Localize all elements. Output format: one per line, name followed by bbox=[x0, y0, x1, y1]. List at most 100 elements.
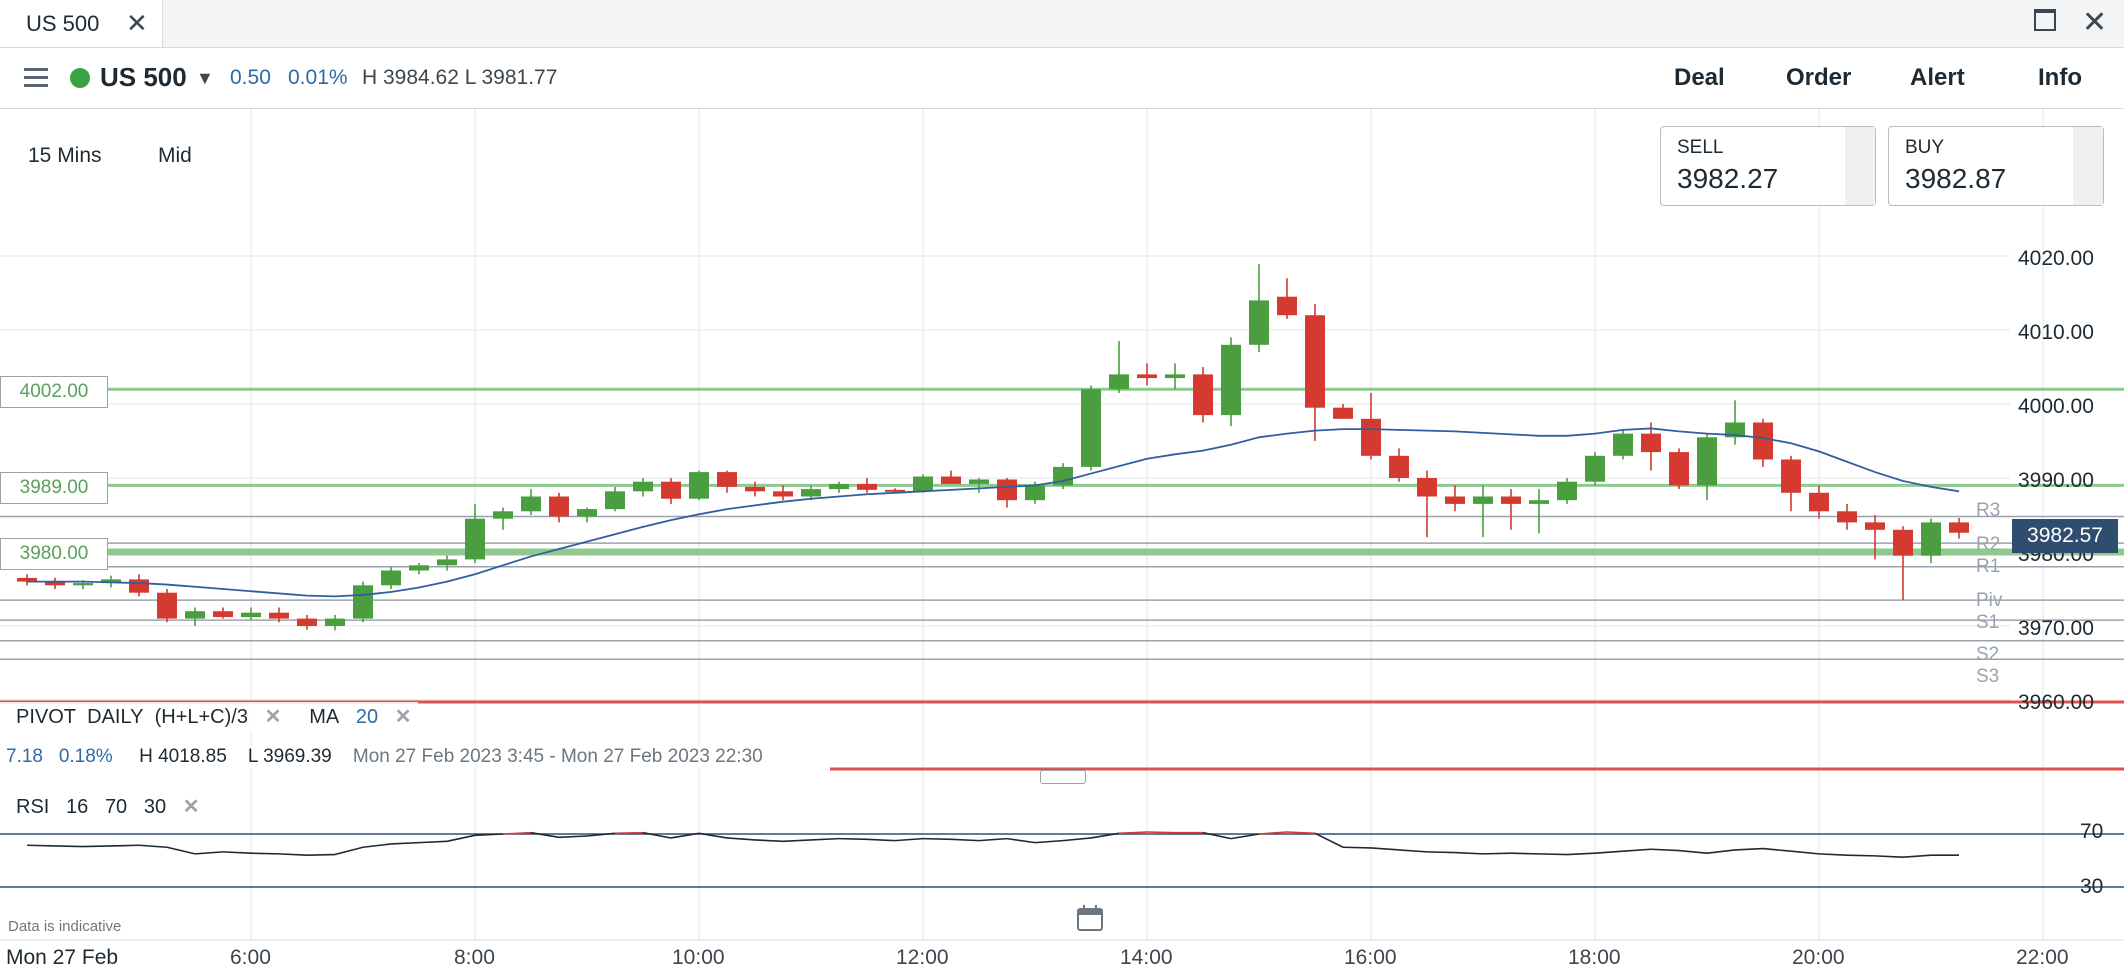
rsi-period[interactable]: 16 bbox=[66, 796, 88, 818]
candle-up bbox=[1613, 433, 1633, 456]
ma-label[interactable]: MA bbox=[309, 706, 339, 728]
rsi-line-segment bbox=[362, 843, 392, 849]
level-box[interactable]: 4002.00 bbox=[0, 376, 108, 408]
rsi-line-segment bbox=[334, 846, 364, 856]
rsi-line-segment bbox=[1398, 849, 1428, 853]
timeframe-selector[interactable]: 15 Mins bbox=[28, 144, 102, 168]
rsi-line-segment bbox=[306, 853, 336, 856]
rsi-line-segment bbox=[1566, 852, 1596, 856]
candle-down bbox=[1501, 496, 1521, 504]
rsi-line-segment bbox=[1762, 847, 1792, 853]
candle-up bbox=[73, 583, 93, 586]
y-tick: 3990.00 bbox=[2018, 469, 2094, 492]
y-tick: 3960.00 bbox=[2018, 691, 2094, 714]
rsi-line-segment bbox=[754, 839, 784, 843]
candle-up bbox=[1473, 496, 1493, 504]
x-tick: 18:00 bbox=[1568, 946, 1621, 969]
rsi-line-segment bbox=[1874, 855, 1904, 858]
rsi-line-segment bbox=[1426, 851, 1456, 854]
candle-up bbox=[829, 483, 849, 490]
calendar-icon[interactable] bbox=[1076, 904, 1104, 932]
candle-up bbox=[325, 618, 345, 626]
candle-down bbox=[661, 481, 681, 499]
pivot-s3-label: S3 bbox=[1976, 666, 2000, 687]
rsi-line-segment bbox=[1706, 849, 1736, 855]
rsi-line-segment bbox=[1510, 852, 1540, 855]
candle-down bbox=[1333, 407, 1353, 419]
pivot-s1-label: S1 bbox=[1976, 612, 2000, 633]
y-tick: 4020.00 bbox=[2018, 247, 2094, 270]
rsi-line-segment bbox=[250, 852, 280, 855]
x-tick: 12:00 bbox=[896, 946, 949, 969]
rsi-line-segment bbox=[1454, 851, 1484, 855]
sell-button[interactable]: SELL 3982.27 bbox=[1660, 126, 1876, 206]
rsi-lower[interactable]: 30 bbox=[144, 796, 166, 818]
candle-down bbox=[773, 491, 793, 497]
rsi-upper[interactable]: 70 bbox=[105, 796, 127, 818]
rsi-line-segment bbox=[82, 845, 112, 848]
buy-button[interactable]: BUY 3982.87 bbox=[1888, 126, 2104, 206]
rsi-line-segment bbox=[1818, 853, 1848, 856]
candle-down bbox=[297, 618, 317, 626]
candle-down bbox=[1193, 374, 1213, 416]
candle-down bbox=[213, 611, 233, 618]
rsi-line-segment bbox=[1006, 837, 1036, 844]
x-tick: 16:00 bbox=[1344, 946, 1397, 969]
candle-down bbox=[1277, 296, 1297, 316]
rsi-line-segment bbox=[1146, 831, 1176, 834]
sell-label: SELL bbox=[1677, 137, 1724, 158]
rsi-line-segment bbox=[922, 837, 952, 841]
candle-up bbox=[1165, 374, 1185, 379]
rsi-70-tick: 70 bbox=[2080, 820, 2104, 843]
rsi-line-segment bbox=[110, 844, 140, 847]
rsi-line-segment bbox=[390, 841, 420, 845]
candle-up bbox=[185, 611, 205, 619]
candle-up bbox=[913, 476, 933, 492]
price-type-selector[interactable]: Mid bbox=[158, 144, 192, 168]
level-box[interactable]: 3989.00 bbox=[0, 472, 108, 504]
candle-up bbox=[1221, 344, 1241, 416]
pivot-r2-label: R2 bbox=[1976, 534, 2001, 555]
remove-pivot-icon[interactable]: ✕ bbox=[265, 706, 282, 728]
rsi-line-segment bbox=[950, 838, 980, 842]
rsi-line-segment bbox=[138, 844, 168, 849]
pivot-period[interactable]: DAILY bbox=[87, 706, 143, 728]
pivot-formula[interactable]: (H+L+C)/3 bbox=[155, 706, 248, 728]
candle-down bbox=[1445, 496, 1465, 504]
remove-rsi-icon[interactable]: ✕ bbox=[183, 796, 200, 818]
rsi-line-segment bbox=[1034, 839, 1064, 844]
date-label: Mon 27 Feb bbox=[6, 946, 119, 969]
candle-up bbox=[1921, 522, 1941, 556]
rsi-line-segment bbox=[1790, 850, 1820, 855]
candle-down bbox=[1137, 374, 1157, 379]
pivot-s2-label: S2 bbox=[1976, 644, 2000, 665]
candle-up bbox=[689, 472, 709, 499]
rsi-30-tick: 30 bbox=[2080, 875, 2104, 898]
panel-resize-handle[interactable] bbox=[1040, 770, 1086, 784]
candle-up bbox=[1025, 485, 1045, 501]
candle-down bbox=[1809, 492, 1829, 512]
y-tick: 4000.00 bbox=[2018, 395, 2094, 418]
candle-up bbox=[353, 585, 373, 619]
stats-range: Mon 27 Feb 2023 3:45 - Mon 27 Feb 2023 2… bbox=[352, 746, 763, 767]
rsi-line-segment bbox=[1118, 831, 1148, 835]
rsi-line-segment bbox=[1538, 853, 1568, 856]
remove-ma-icon[interactable]: ✕ bbox=[395, 706, 412, 728]
rsi-line-segment bbox=[194, 851, 224, 855]
level-box[interactable]: 3980.00 bbox=[0, 538, 108, 570]
rsi-line-segment bbox=[1594, 850, 1624, 855]
candle-up bbox=[969, 479, 989, 484]
rsi-label[interactable]: RSI bbox=[16, 796, 49, 818]
buy-price: 3982.87 bbox=[1905, 163, 2007, 194]
rsi-line-segment bbox=[278, 853, 308, 856]
candle-up bbox=[1081, 389, 1101, 467]
rsi-line-segment bbox=[1622, 848, 1652, 853]
x-tick: 22:00 bbox=[2016, 946, 2069, 969]
candle-down bbox=[1893, 529, 1913, 556]
rsi-line-segment bbox=[866, 838, 896, 842]
stats-bar: 7.18 0.18% H 4018.85 L 3969.39 Mon 27 Fe… bbox=[0, 746, 769, 768]
pivot-label[interactable]: PIVOT bbox=[16, 706, 76, 728]
candle-up bbox=[605, 491, 625, 510]
rsi-line-segment bbox=[1286, 831, 1316, 835]
ma-period[interactable]: 20 bbox=[356, 706, 378, 728]
